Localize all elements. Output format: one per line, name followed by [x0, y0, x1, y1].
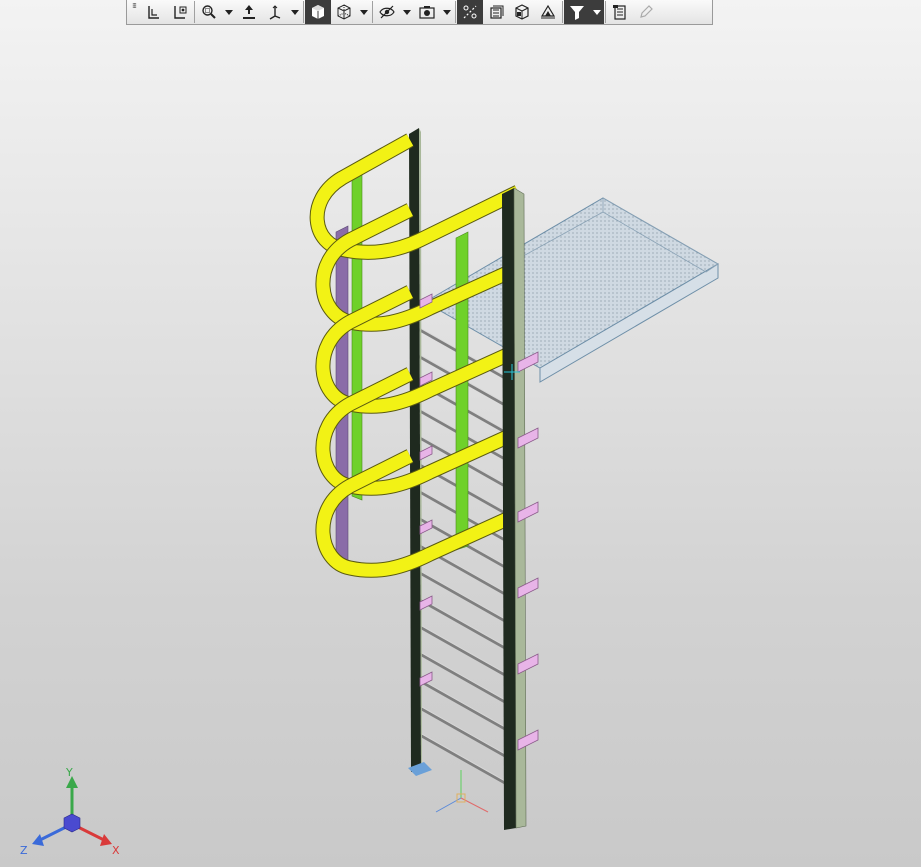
model-origin-axes	[435, 770, 489, 813]
filter-icon[interactable]	[564, 0, 590, 24]
layers-view-icon[interactable]	[509, 0, 535, 24]
toolbar-grip[interactable]: ⁞⁞⁞	[127, 0, 141, 25]
hidden-lines-dropdown-arrow[interactable]	[400, 0, 414, 24]
local-cs-icon[interactable]	[167, 0, 193, 24]
zoom-dropdown-arrow[interactable]	[222, 0, 236, 24]
triad-z-label: Z	[20, 844, 28, 857]
hidden-lines-icon[interactable]	[374, 0, 400, 24]
triad-y-label: Y	[65, 766, 73, 779]
camera-dropdown-arrow[interactable]	[440, 0, 454, 24]
pencil-icon	[633, 0, 659, 24]
axis-triad: Y X Z	[20, 766, 120, 857]
wireframe-dropdown-arrow[interactable]	[357, 0, 371, 24]
triad-x-label: X	[112, 844, 120, 857]
camera-icon[interactable]	[414, 0, 440, 24]
section-view-icon[interactable]	[483, 0, 509, 24]
dimension-view-icon[interactable]	[457, 0, 483, 24]
view-toolbar: ⁞⁞⁞	[126, 0, 713, 25]
rotate-dropdown-arrow[interactable]	[288, 0, 302, 24]
3d-viewport[interactable]: Y X Z	[0, 0, 921, 867]
select-icon[interactable]	[141, 0, 167, 24]
zoom-window-icon[interactable]	[196, 0, 222, 24]
rotate-view-icon[interactable]	[262, 0, 288, 24]
wireframe-view-icon[interactable]	[331, 0, 357, 24]
move-view-icon[interactable]	[236, 0, 262, 24]
properties-icon[interactable]	[607, 0, 633, 24]
display-state-icon[interactable]	[535, 0, 561, 24]
filter-dropdown-arrow[interactable]	[590, 0, 604, 24]
right-stringer	[502, 187, 527, 830]
shaded-view-icon[interactable]	[305, 0, 331, 24]
